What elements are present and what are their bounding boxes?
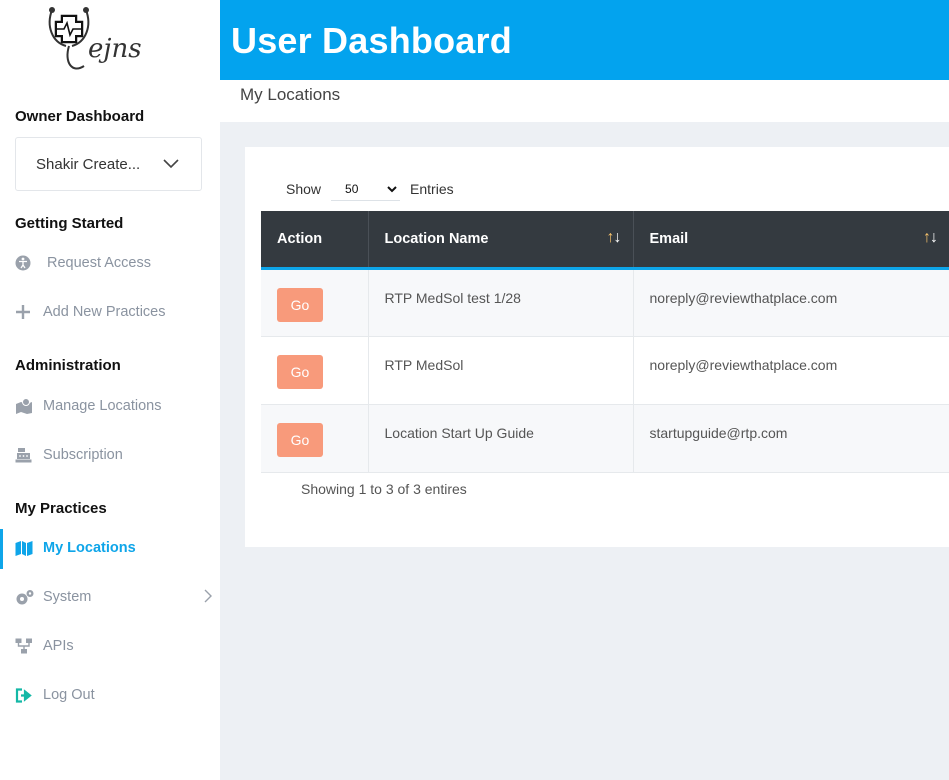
action-cell: Go [261,336,369,404]
administration-heading: Administration [15,357,121,374]
action-cell: Go [261,268,369,336]
chevron-down-icon [163,159,179,169]
sort-icon[interactable]: ↑↓ [607,229,622,247]
entries-label: Entries [410,181,454,197]
plus-icon [15,303,37,321]
owner-select[interactable]: Shakir Create... [15,137,202,191]
column-header-email[interactable]: Email ↑↓ [633,211,949,270]
owner-dashboard-heading: Owner Dashboard [15,108,145,125]
svg-text:ejns: ejns [88,34,142,64]
sidebar-item-label: My Locations [43,540,136,556]
sidebar-item-label: Manage Locations [43,398,162,414]
column-header-location-name[interactable]: Location Name ↑↓ [368,211,634,270]
page-title: User Dashboard [231,20,512,61]
go-button[interactable]: Go [277,422,323,457]
gears-icon [15,588,37,606]
table-row: Go RTP MedSol test 1/28 noreply@reviewth… [261,268,949,336]
email-cell: startupguide@rtp.com [633,404,949,472]
logout-icon [15,686,37,704]
active-indicator [0,529,3,569]
network-icon [15,637,37,655]
sidebar-item-label: Add New Practices [43,304,166,320]
locations-card: Show 102550100 Entries Action Location N… [245,147,949,547]
chevron-right-icon [204,589,212,603]
locations-table: Action Location Name ↑↓ Email ↑↓ Go RTP Me… [261,211,949,473]
sidebar-item-label: Request Access [47,255,151,271]
entries-control: Show 102550100 Entries [286,177,454,201]
sidebar-item-apis[interactable]: APIs [15,631,215,661]
cash-register-icon [15,446,37,464]
header: User Dashboard [220,0,949,80]
sidebar: ejns Owner Dashboard Shakir Create... Ge… [0,0,220,780]
sort-icon[interactable]: ↑↓ [923,229,938,247]
sidebar-item-system[interactable]: System [15,582,215,612]
email-cell: noreply@reviewthatplace.com [633,336,949,404]
action-cell: Go [261,404,369,472]
show-label: Show [286,181,322,197]
sidebar-item-add-new-practices[interactable]: Add New Practices [15,297,215,327]
sidebar-item-label: Log Out [43,687,95,703]
sidebar-item-label: APIs [43,638,74,654]
entries-select[interactable]: 102550100 [331,177,401,201]
sidebar-item-subscription[interactable]: Subscription [15,440,215,470]
breadcrumb: My Locations [240,85,341,104]
sidebar-item-manage-locations[interactable]: Manage Locations [15,391,215,421]
column-header-action: Action [261,211,369,270]
getting-started-heading: Getting Started [15,215,124,232]
location-name-cell: RTP MedSol test 1/28 [368,268,634,336]
sidebar-item-log-out[interactable]: Log Out [15,680,215,710]
map-markers-icon [15,397,37,415]
table-row: Go RTP MedSol noreply@reviewthatplace.co… [261,336,949,404]
table-info: Showing 1 to 3 of 3 entires [301,481,467,497]
sidebar-item-my-locations[interactable]: My Locations [15,533,215,563]
owner-select-value: Shakir Create... [36,156,141,173]
table-row: Go Location Start Up Guide startupguide@… [261,404,949,472]
location-name-cell: RTP MedSol [368,336,634,404]
map-icon [15,539,37,557]
location-name-cell: Location Start Up Guide [368,404,634,472]
sidebar-item-request-access[interactable]: Request Access [15,248,215,278]
go-button[interactable]: Go [277,287,323,322]
sidebar-item-label: System [43,589,92,605]
my-practices-heading: My Practices [15,500,107,517]
sidebar-item-label: Subscription [43,447,123,463]
logo: ejns [48,7,142,70]
email-cell: noreply@reviewthatplace.com [633,268,949,336]
go-button[interactable]: Go [277,354,323,389]
accessibility-icon [15,254,37,272]
table-header-row: Action Location Name ↑↓ Email ↑↓ [261,211,949,270]
subheader: My Locations [220,80,949,122]
